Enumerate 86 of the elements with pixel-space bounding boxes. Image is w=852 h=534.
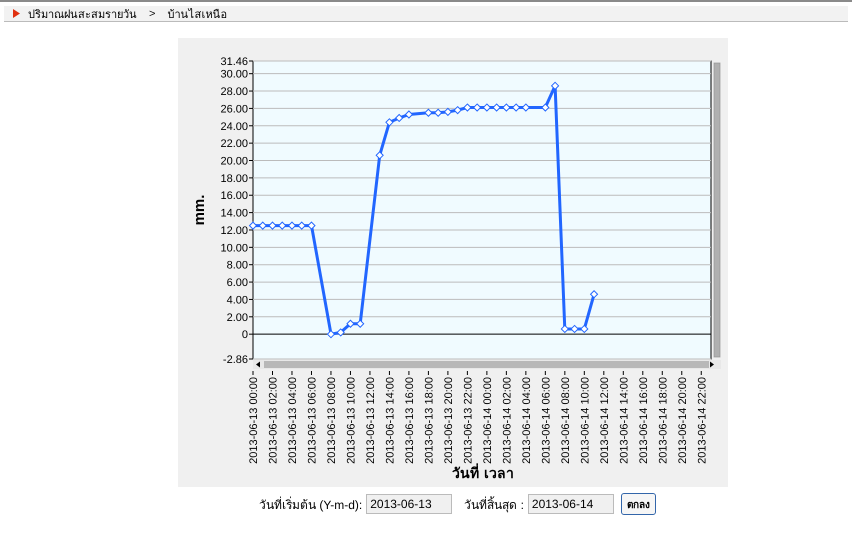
- data-point: [482, 103, 492, 112]
- data-point: [434, 108, 442, 117]
- axis-label: 28.00: [220, 86, 248, 98]
- data-point: [307, 221, 316, 230]
- vertical-scrollbar[interactable]: [713, 62, 721, 358]
- data-point: [502, 103, 511, 112]
- axis-label: 8.00: [226, 260, 248, 272]
- data-point: [560, 324, 570, 334]
- data-point: [268, 221, 277, 230]
- axis-label: 20.00: [220, 156, 248, 168]
- axis-label: 10.00: [220, 242, 248, 254]
- breadcrumb-separator: >: [149, 8, 156, 20]
- end-date-field[interactable]: 2013-06-14: [528, 494, 614, 514]
- axis-label: 4.00: [226, 294, 248, 306]
- data-point: [550, 82, 560, 90]
- data-point: [394, 114, 404, 122]
- data-point: [580, 324, 589, 334]
- data-point: [248, 221, 258, 230]
- axis-label: 2013-06-13 22:00: [462, 377, 474, 464]
- data-point: [453, 106, 462, 114]
- data-point: [492, 103, 501, 112]
- data-point: [463, 103, 472, 112]
- data-point: [522, 103, 530, 112]
- axis-label: 24.00: [220, 120, 248, 133]
- axis-label: 12.00: [220, 224, 248, 237]
- breadcrumb-current: บ้านไสเหนือ: [167, 7, 228, 22]
- data-point: [404, 110, 414, 119]
- field-label: วันที่เริ่มต้น (Y-m-d):: [259, 496, 362, 514]
- axis-label: 2013-06-13 18:00: [423, 377, 436, 464]
- data-point: [541, 103, 550, 112]
- axis-label: 2013-06-14 20:00: [676, 377, 689, 464]
- axis-label: 2013-06-14 00:00: [482, 377, 494, 464]
- data-point: [375, 151, 384, 160]
- axis-label: 2.00: [226, 312, 248, 324]
- axis-label: 0: [242, 329, 248, 342]
- data-point: [512, 103, 520, 112]
- axis-title: mm.: [191, 194, 208, 226]
- axis-label: 2013-06-14 02:00: [501, 377, 514, 464]
- axis-label: 2013-06-13 10:00: [345, 377, 358, 464]
- axis-label: 6.00: [226, 277, 248, 290]
- axis-label: 2013-06-14 04:00: [520, 377, 533, 464]
- axis-label: -2.86: [222, 354, 248, 366]
- axis-label: 16.00: [220, 190, 248, 202]
- axis-label: 26.00: [220, 103, 248, 116]
- data-point: [346, 320, 355, 328]
- axis-label: 2013-06-13 00:00: [248, 377, 260, 464]
- data-point: [278, 221, 286, 230]
- triangle-icon: [13, 9, 20, 18]
- axis-label: 18.00: [220, 172, 248, 185]
- axis-label: 31.46: [220, 56, 248, 68]
- axis-label: 2013-06-13 14:00: [384, 377, 396, 464]
- axis-label: 2013-06-14 12:00: [598, 377, 611, 464]
- axis-label: 2013-06-13 02:00: [268, 377, 280, 464]
- breadcrumb-link[interactable]: ปริมาณฝนสะสมรายวัน: [28, 4, 137, 22]
- data-point: [326, 330, 336, 338]
- data-point: [385, 118, 394, 126]
- axis-label: 2013-06-13 16:00: [404, 377, 416, 464]
- axis-label: 2013-06-13 06:00: [306, 377, 318, 464]
- submit-button[interactable]: ตกลง: [620, 493, 656, 515]
- axis-label: 2013-06-14 18:00: [657, 377, 670, 464]
- data-point: [288, 221, 296, 230]
- data-point: [472, 103, 482, 112]
- axis-label: 2013-06-14 14:00: [618, 377, 630, 464]
- axis-label: 2013-06-13 20:00: [442, 377, 455, 464]
- data-point: [570, 324, 579, 334]
- axis-label: 2013-06-14 06:00: [540, 377, 552, 464]
- axis-label: 2013-06-13 12:00: [364, 377, 377, 464]
- axis-label: 14.00: [220, 208, 248, 220]
- data-point: [336, 328, 345, 337]
- axis-label: 2013-06-14 16:00: [638, 377, 650, 464]
- axis-label: 22.00: [220, 138, 248, 150]
- axis-label: 2013-06-13 08:00: [326, 377, 338, 464]
- field-label: วันที่สิ้นสุด :: [464, 495, 524, 514]
- axis-label: 2013-06-14 10:00: [579, 377, 592, 464]
- axis-label: 30.00: [220, 68, 248, 81]
- data-point: [298, 221, 306, 230]
- data-point: [356, 320, 364, 328]
- data-point: [444, 108, 452, 116]
- start-date-field[interactable]: 2013-06-13: [366, 494, 452, 514]
- axis-label: 2013-06-14 08:00: [560, 377, 572, 464]
- horizontal-scrollbar[interactable]: [253, 360, 721, 369]
- data-point: [258, 221, 267, 230]
- data-point: [424, 108, 433, 117]
- data-point: [590, 290, 598, 298]
- axis-label: 2013-06-14 22:00: [696, 377, 708, 464]
- axis-label: 2013-06-13 04:00: [286, 377, 299, 464]
